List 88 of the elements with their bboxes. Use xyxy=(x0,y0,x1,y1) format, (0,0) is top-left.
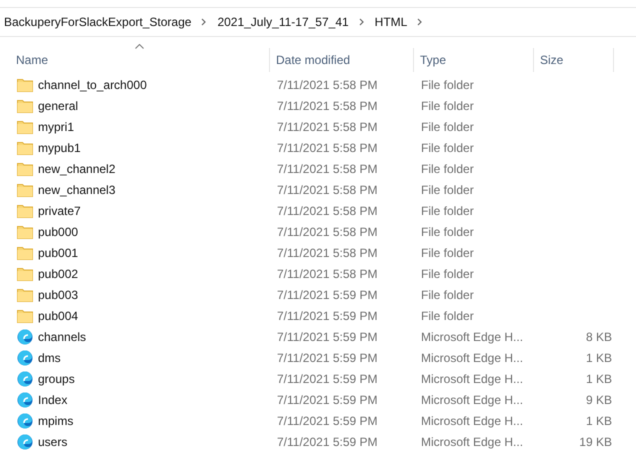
file-type: Microsoft Edge H... xyxy=(420,434,524,448)
column-header[interactable]: Date modified xyxy=(270,48,414,72)
date-modified: 7/11/2021 5:58 PM xyxy=(276,182,379,196)
date-modified: 7/11/2021 5:59 PM xyxy=(276,288,379,302)
folder-icon xyxy=(17,246,33,260)
file-size: 19 KB xyxy=(579,434,612,448)
date-modified: 7/11/2021 5:58 PM xyxy=(276,120,379,134)
file-size: 1 KB xyxy=(586,350,612,364)
breadcrumb-item[interactable]: BackuperyForSlackExport_Storage xyxy=(4,15,192,29)
file-type: Microsoft Edge H... xyxy=(420,372,524,386)
file-type: File folder xyxy=(420,246,475,260)
date-modified: 7/11/2021 5:59 PM xyxy=(276,414,379,428)
file-size: 1 KB xyxy=(586,414,612,428)
date-modified: 7/11/2021 5:58 PM xyxy=(276,246,379,260)
file-name[interactable]: dms xyxy=(38,350,61,364)
column-header[interactable]: Size xyxy=(534,48,614,72)
file-type: File folder xyxy=(420,78,475,92)
file-name[interactable]: Index xyxy=(38,392,68,406)
folder-icon xyxy=(17,120,33,134)
edge-browser-icon xyxy=(17,434,33,450)
folder-icon xyxy=(17,98,33,112)
file-type: Microsoft Edge H... xyxy=(420,392,524,406)
edge-browser-icon xyxy=(17,412,33,428)
file-name[interactable]: general xyxy=(38,98,78,112)
file-size: 9 KB xyxy=(586,392,612,406)
date-modified: 7/11/2021 5:59 PM xyxy=(276,392,379,406)
file-type: File folder xyxy=(420,224,475,238)
file-name[interactable]: channel_to_arch000 xyxy=(38,78,147,92)
date-modified: 7/11/2021 5:58 PM xyxy=(276,98,379,112)
file-name[interactable]: mypub1 xyxy=(38,140,81,154)
folder-icon xyxy=(17,308,33,322)
date-modified: 7/11/2021 5:58 PM xyxy=(276,140,379,154)
edge-browser-icon xyxy=(17,392,33,408)
date-modified: 7/11/2021 5:58 PM xyxy=(276,224,379,238)
file-type: File folder xyxy=(420,308,475,322)
file-size: 8 KB xyxy=(586,330,612,344)
folder-icon xyxy=(17,288,33,302)
edge-browser-icon xyxy=(17,328,33,344)
file-size: 1 KB xyxy=(586,372,612,386)
file-type: File folder xyxy=(420,98,475,112)
folder-icon xyxy=(17,224,33,238)
file-name[interactable]: mpims xyxy=(38,414,74,428)
date-modified: 7/11/2021 5:59 PM xyxy=(276,308,379,322)
date-modified: 7/11/2021 5:59 PM xyxy=(276,434,379,448)
file-type: File folder xyxy=(420,120,475,134)
edge-browser-icon xyxy=(17,350,33,366)
date-modified: 7/11/2021 5:58 PM xyxy=(276,204,379,218)
file-name[interactable]: channels xyxy=(38,330,86,344)
date-modified: 7/11/2021 5:58 PM xyxy=(276,78,379,92)
date-modified: 7/11/2021 5:58 PM xyxy=(276,162,379,176)
date-modified: 7/11/2021 5:58 PM xyxy=(276,266,379,280)
file-name[interactable]: private7 xyxy=(38,204,81,218)
breadcrumb-item[interactable]: HTML xyxy=(374,15,408,29)
folder-icon xyxy=(17,204,33,218)
edge-browser-icon xyxy=(17,370,33,386)
date-modified: 7/11/2021 5:59 PM xyxy=(276,372,379,386)
breadcrumb-item[interactable]: 2021_July_11-17_57_41 xyxy=(217,15,349,29)
file-type: File folder xyxy=(420,266,475,280)
file-type: Microsoft Edge H... xyxy=(420,350,524,364)
folder-icon xyxy=(17,140,33,154)
file-name[interactable]: mypri1 xyxy=(38,120,74,134)
file-name[interactable]: new_channel2 xyxy=(38,162,116,176)
chevron-icon[interactable] xyxy=(201,18,208,26)
file-type: File folder xyxy=(420,204,475,218)
file-type: File folder xyxy=(420,162,475,176)
folder-icon xyxy=(17,182,33,196)
file-name[interactable]: pub002 xyxy=(38,266,78,280)
file-name[interactable]: pub003 xyxy=(38,288,78,302)
file-type: Microsoft Edge H... xyxy=(420,330,524,344)
date-modified: 7/11/2021 5:59 PM xyxy=(276,330,379,344)
file-type: Microsoft Edge H... xyxy=(420,414,524,428)
file-name[interactable]: groups xyxy=(38,372,75,386)
file-name[interactable]: new_channel3 xyxy=(38,182,116,196)
column-header[interactable]: Name xyxy=(0,48,270,72)
chevron-icon[interactable] xyxy=(358,18,365,26)
file-name[interactable]: pub000 xyxy=(38,224,78,238)
folder-icon xyxy=(17,162,33,176)
file-name[interactable]: pub001 xyxy=(38,246,78,260)
file-type: File folder xyxy=(420,288,475,302)
column-header[interactable]: Type xyxy=(414,48,534,72)
date-modified: 7/11/2021 5:59 PM xyxy=(276,350,379,364)
folder-icon xyxy=(17,78,33,92)
file-type: File folder xyxy=(420,182,475,196)
file-type: File folder xyxy=(420,140,475,154)
folder-icon xyxy=(17,266,33,280)
chevron-icon[interactable] xyxy=(417,18,424,26)
file-name[interactable]: users xyxy=(38,434,68,448)
file-name[interactable]: pub004 xyxy=(38,308,78,322)
